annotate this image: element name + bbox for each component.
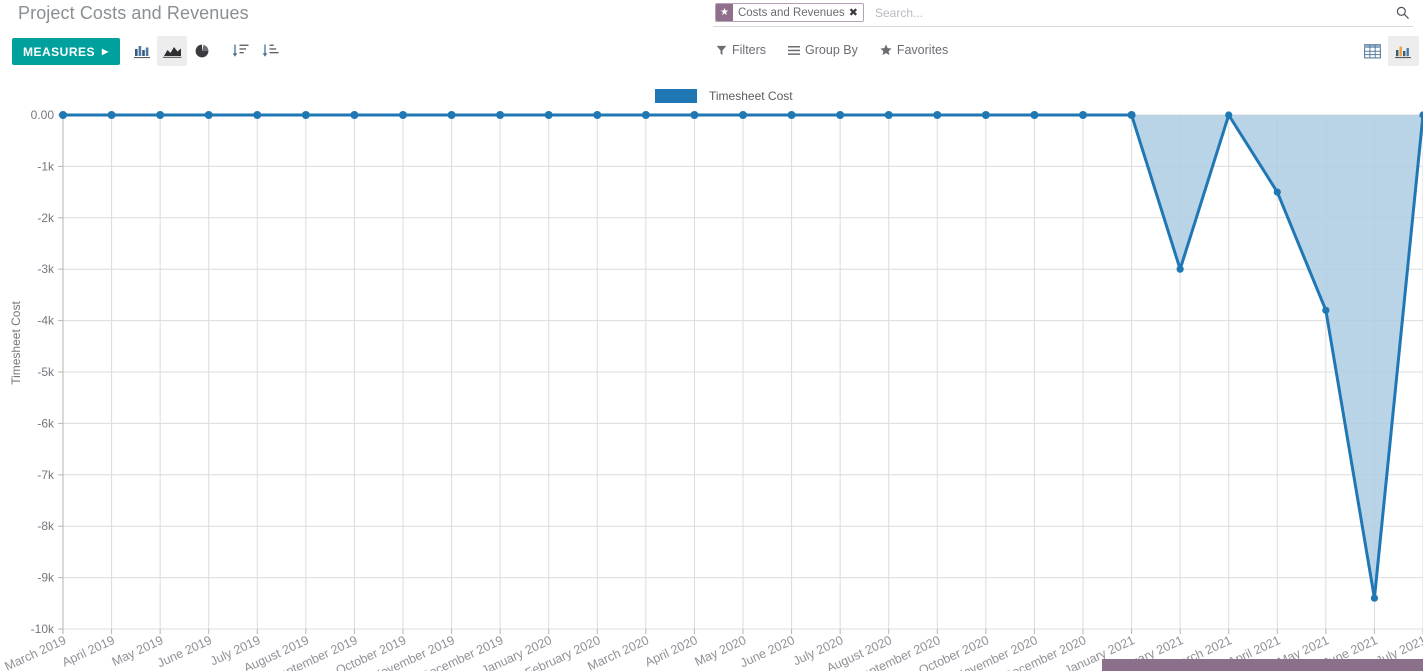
groupby-label: Group By (805, 43, 858, 57)
list-icon (788, 45, 801, 55)
page-title: Project Costs and Revenues (18, 3, 249, 23)
pie-chart-icon[interactable] (187, 36, 217, 66)
favorites-label: Favorites (896, 43, 949, 57)
svg-text:-6k: -6k (37, 416, 55, 430)
graph-view-page: Project Costs and Revenues ★ Costs and R… (0, 0, 1423, 671)
svg-text:April 2019: April 2019 (60, 633, 117, 669)
control-panel-bottom: MEASURES ▶ Filters Group By Favorites (0, 32, 1423, 72)
search-options: Filters Group By Favorites (716, 43, 948, 57)
bottom-accent-bar (1102, 659, 1423, 671)
close-icon[interactable]: ✖ (849, 4, 863, 21)
svg-text:-9k: -9k (37, 571, 55, 585)
chart-type-buttons (127, 36, 285, 66)
svg-text:-1k: -1k (37, 159, 55, 173)
measures-button[interactable]: MEASURES ▶ (12, 38, 120, 65)
star-icon: ★ (716, 4, 733, 21)
area-chart-icon[interactable] (157, 36, 187, 66)
caret-right-icon: ▶ (102, 46, 109, 56)
graph-renderer: Timesheet Cost Timesheet Cost 0.00 -1k -2k… (0, 74, 1423, 671)
search-icon[interactable] (1393, 3, 1411, 22)
svg-text:June 2020: June 2020 (738, 633, 797, 670)
filters-label: Filters (732, 43, 767, 57)
control-panel-top: Project Costs and Revenues ★ Costs and R… (0, 0, 1423, 31)
groupby-dropdown[interactable]: Group By (788, 43, 858, 57)
search-facet[interactable]: ★ Costs and Revenues ✖ (715, 3, 864, 22)
star-icon (880, 44, 892, 56)
svg-text:-3k: -3k (37, 262, 55, 276)
svg-text:April 2020: April 2020 (643, 633, 700, 669)
filter-icon (716, 45, 727, 55)
pivot-view-icon[interactable] (1357, 36, 1388, 66)
view-switcher (1357, 36, 1419, 66)
svg-text:-10k: -10k (31, 622, 55, 636)
svg-text:-5k: -5k (37, 365, 55, 379)
filters-dropdown[interactable]: Filters (716, 43, 766, 57)
search-input[interactable] (873, 3, 1423, 22)
svg-text:-2k: -2k (37, 211, 55, 225)
area-chart-canvas[interactable]: 0.00 -1k -2k -3k -4k -5k -6k -7k -8k -9k -10kMarch… (0, 74, 1423, 671)
measures-label: MEASURES (23, 44, 96, 59)
favorites-dropdown[interactable]: Favorites (880, 43, 948, 57)
search-facet-label: Costs and Revenues (737, 6, 845, 19)
svg-text:0.00: 0.00 (31, 108, 55, 122)
svg-text:-8k: -8k (37, 519, 55, 533)
sort-descending-icon[interactable] (225, 36, 255, 66)
sort-ascending-icon[interactable] (255, 36, 285, 66)
search-view: ★ Costs and Revenues ✖ (713, 1, 1423, 27)
svg-text:March 2019: March 2019 (3, 633, 69, 671)
svg-text:June 2019: June 2019 (155, 633, 214, 670)
graph-view-icon[interactable] (1388, 36, 1419, 66)
svg-text:-4k: -4k (37, 314, 55, 328)
bar-chart-icon[interactable] (127, 36, 157, 66)
svg-text:-7k: -7k (37, 468, 55, 482)
